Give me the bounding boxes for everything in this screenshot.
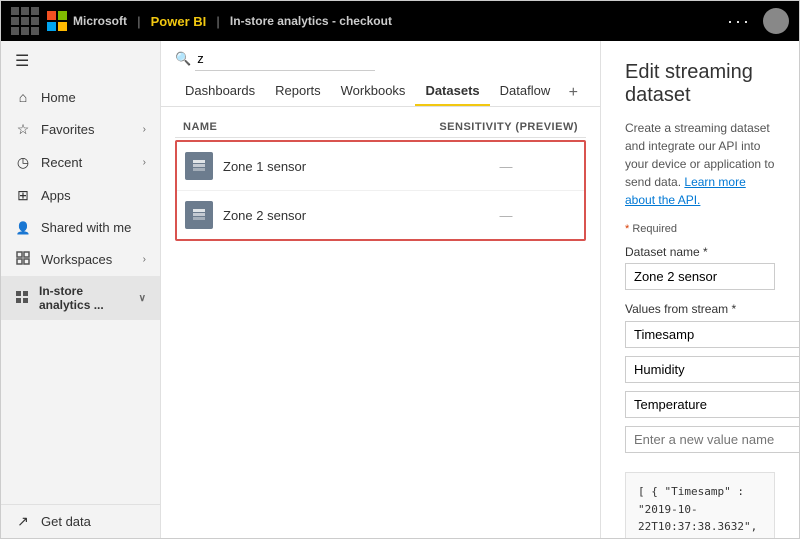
sidebar-item-favorites[interactable]: ☆ Favorites ›	[1, 113, 160, 146]
chevron-right-icon: ›	[143, 157, 146, 168]
grid-icon	[11, 7, 39, 35]
top-bar-right: ···	[727, 8, 789, 34]
avatar[interactable]	[763, 8, 789, 34]
sidebar-item-label: Favorites	[41, 122, 94, 137]
stream-row-0: DateTime Number Text Boolean 🗑	[625, 320, 775, 349]
sidebar-item-label: Get data	[41, 514, 91, 529]
dataset-name-label: Dataset name *	[625, 245, 775, 259]
row-name: Zone 2 sensor	[223, 208, 426, 223]
stream-field-input-0[interactable]	[625, 321, 799, 348]
sidebar-item-workspaces[interactable]: Workspaces ›	[1, 243, 160, 276]
row-sensitivity: —	[436, 208, 576, 223]
row-sensitivity: —	[436, 159, 576, 174]
app-container: Microsoft | Power BI | In-store analytic…	[0, 0, 800, 539]
sidebar: ☰ ⌂ Home ☆ Favorites › ◷ Recent › ⊞	[1, 41, 161, 538]
dataset-icon	[185, 201, 213, 229]
tab-dashboards[interactable]: Dashboards	[175, 77, 265, 106]
table-header: NAME SENSITIVITY (preview)	[175, 117, 586, 138]
chevron-down-icon: ∨	[139, 293, 146, 304]
workspaces-icon	[15, 251, 31, 268]
sidebar-item-label: In-store analytics ...	[39, 284, 129, 312]
dataset-rows: Zone 1 sensor — Zone 2 sensor —	[175, 140, 586, 241]
chevron-right-icon: ›	[143, 254, 146, 265]
tabs-bar: Dashboards Reports Workbooks Datasets Da…	[161, 77, 600, 107]
sidebar-item-getdata[interactable]: ↗ Get data	[1, 505, 160, 538]
workspace-icon	[15, 290, 29, 307]
stream-field-input-2[interactable]	[625, 391, 799, 418]
sep2: |	[216, 14, 220, 29]
col-name-header: NAME	[183, 121, 438, 133]
search-bar: 🔍	[161, 41, 600, 77]
panel-title: Edit streaming dataset	[625, 61, 775, 107]
sidebar-item-home[interactable]: ⌂ Home	[1, 81, 160, 113]
sidebar-item-apps[interactable]: ⊞ Apps	[1, 179, 160, 212]
favorites-icon: ☆	[15, 121, 31, 138]
dataset-name-group: Dataset name *	[625, 245, 775, 290]
asterisk: *	[625, 223, 632, 235]
split-view: 🔍 Dashboards Reports Workbooks Datasets …	[161, 41, 799, 538]
ms-label: Microsoft	[73, 14, 127, 28]
sidebar-item-instore[interactable]: In-store analytics ... ∨	[1, 276, 160, 320]
page-title: In-store analytics - checkout	[230, 14, 392, 28]
logo-area: Microsoft | Power BI | In-store analytic…	[47, 11, 392, 31]
required-note: * Required	[625, 223, 775, 235]
sidebar-item-label: Home	[41, 90, 76, 105]
table-row[interactable]: Zone 2 sensor —	[177, 191, 584, 239]
stream-row-1: DateTime Number Text Boolean 🗑	[625, 355, 775, 384]
recent-icon: ◷	[15, 154, 31, 171]
stream-field-input-1[interactable]	[625, 356, 799, 383]
home-icon: ⌂	[15, 89, 31, 105]
apps-icon: ⊞	[15, 187, 31, 204]
add-button[interactable]: +	[561, 80, 586, 106]
content-left: 🔍 Dashboards Reports Workbooks Datasets …	[161, 41, 601, 538]
search-icon: 🔍	[175, 51, 191, 67]
search-input[interactable]	[195, 47, 375, 71]
table-row[interactable]: Zone 1 sensor —	[177, 142, 584, 191]
dataset-name-input[interactable]	[625, 263, 775, 290]
powerbi-label: Power BI	[151, 14, 207, 29]
chevron-right-icon: ›	[143, 124, 146, 135]
sidebar-item-shared[interactable]: 👤 Shared with me	[1, 212, 160, 243]
microsoft-logo	[47, 11, 67, 31]
stream-field-input-new[interactable]	[625, 426, 799, 453]
sidebar-item-recent[interactable]: ◷ Recent ›	[1, 146, 160, 179]
sep1: |	[137, 14, 141, 29]
sidebar-item-label: Apps	[41, 188, 71, 203]
more-options-button[interactable]: ···	[727, 11, 751, 32]
hamburger-button[interactable]: ☰	[1, 41, 160, 81]
code-preview: [ { "Timesamp" : "2019-10-22T10:37:38.36…	[625, 472, 775, 538]
main-layout: ☰ ⌂ Home ☆ Favorites › ◷ Recent › ⊞	[1, 41, 799, 538]
shared-icon: 👤	[15, 221, 31, 235]
values-from-stream-group: Values from stream * DateTime Number Tex…	[625, 302, 775, 460]
row-name: Zone 1 sensor	[223, 159, 426, 174]
tab-workbooks[interactable]: Workbooks	[331, 77, 416, 106]
tab-datasets[interactable]: Datasets	[415, 77, 489, 106]
sidebar-bottom: ↗ Get data	[1, 504, 160, 538]
dataset-table: NAME SENSITIVITY (preview) Zone 1 sensor…	[161, 107, 600, 538]
sidebar-item-label: Recent	[41, 155, 82, 170]
top-bar: Microsoft | Power BI | In-store analytic…	[1, 1, 799, 41]
sidebar-items: ⌂ Home ☆ Favorites › ◷ Recent › ⊞ Apps	[1, 81, 160, 504]
tab-dataflow[interactable]: Dataflow	[490, 77, 561, 106]
values-from-stream-label: Values from stream *	[625, 302, 775, 316]
stream-row-new: DateTime Number Text Boolean 🗑	[625, 425, 775, 454]
panel-description: Create a streaming dataset and integrate…	[625, 119, 775, 209]
stream-row-2: DateTime Number Text Boolean 🗑	[625, 390, 775, 419]
edit-panel: Edit streaming dataset Create a streamin…	[601, 41, 799, 538]
tab-reports[interactable]: Reports	[265, 77, 331, 106]
sidebar-item-label: Workspaces	[41, 252, 112, 267]
col-sensitivity-header: SENSITIVITY (preview)	[438, 121, 578, 133]
sidebar-item-label: Shared with me	[41, 220, 131, 235]
dataset-icon	[185, 152, 213, 180]
getdata-icon: ↗	[15, 513, 31, 530]
